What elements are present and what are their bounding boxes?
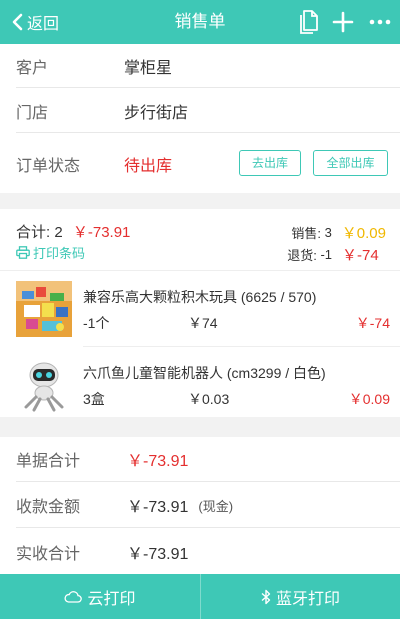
chevron-left-icon: [12, 13, 23, 31]
received-row[interactable]: 收款金额 ￥-73.91 (现金): [16, 483, 400, 528]
status-label: 订单状态: [16, 157, 81, 175]
actual-row: 实收合计 ￥-73.91: [16, 529, 400, 574]
back-label: 返回: [27, 16, 60, 33]
sales-amount: ￥0.09: [341, 224, 386, 242]
more-icon: [369, 19, 391, 25]
return-label: 退货:: [287, 247, 317, 263]
item-price: ￥74: [188, 315, 218, 331]
print-barcode-link[interactable]: 打印条码: [16, 243, 85, 262]
item-name: 六爪鱼儿童智能机器人 (cm3299 / 白色): [83, 365, 326, 381]
go-out-button[interactable]: 去出库: [239, 150, 301, 176]
print-barcode-label: 打印条码: [33, 246, 86, 261]
list-item[interactable]: 兼容乐高大颗粒积木玩具 (6625 / 570) -1个 ￥74 ￥-74: [0, 271, 400, 347]
bluetooth-print-label: 蓝牙打印: [275, 590, 340, 608]
return-amount: ￥-74: [342, 246, 379, 264]
product-image-robot: [16, 357, 72, 413]
all-out-button[interactable]: 全部出库: [313, 150, 388, 176]
store-row[interactable]: 门店 步行街店: [16, 89, 400, 133]
total-count: 2: [54, 224, 63, 241]
total-label: 合计:: [16, 224, 51, 241]
return-count: -1: [320, 246, 332, 262]
item-quantity: 3盒: [83, 391, 105, 407]
store-label: 门店: [16, 104, 49, 122]
sales-summary: 销售: 3 ￥0.09 退货: -1 ￥-74: [287, 221, 386, 265]
totals-section: 单据合计 ￥-73.91 收款金额 ￥-73.91 (现金) 实收合计 ￥-73…: [0, 437, 400, 574]
received-value: ￥-73.91: [127, 499, 189, 516]
cloud-icon: [64, 590, 83, 603]
total-amount: ￥-73.91: [72, 224, 131, 241]
back-button[interactable]: 返回: [10, 0, 59, 44]
document-button[interactable]: [296, 0, 320, 44]
bottom-action-bar: 云打印 蓝牙打印: [0, 574, 400, 619]
customer-label: 客户: [16, 59, 49, 77]
more-button[interactable]: [368, 0, 392, 44]
store-value: 步行街店: [124, 104, 189, 122]
top-bar: 返回 销售单: [0, 0, 400, 44]
doc-total-value: ￥-73.91: [127, 453, 189, 470]
customer-value: 掌柜星: [124, 59, 173, 77]
received-label: 收款金额: [16, 499, 81, 516]
actual-label: 实收合计: [16, 545, 81, 563]
bluetooth-print-button[interactable]: 蓝牙打印: [200, 574, 400, 619]
doc-total-row: 单据合计 ￥-73.91: [16, 437, 400, 482]
cloud-print-label: 云打印: [87, 590, 136, 608]
total-summary: 合计: 2 ￥-73.91: [16, 221, 130, 242]
list-item[interactable]: 六爪鱼儿童智能机器人 (cm3299 / 白色) 3盒 ￥0.03 ￥0.09: [0, 347, 400, 423]
status-value: 待出库: [124, 157, 173, 175]
item-amount: ￥-74: [355, 315, 390, 331]
item-amount: ￥0.09: [348, 391, 390, 407]
bluetooth-icon: [261, 589, 271, 604]
sales-label: 销售:: [291, 225, 321, 241]
product-image-blocks: [16, 281, 72, 337]
item-quantity: -1个: [83, 315, 110, 331]
printer-icon: [16, 246, 30, 259]
actual-value: ￥-73.91: [127, 545, 189, 563]
sales-count: 3: [324, 224, 332, 240]
document-icon: [300, 10, 318, 34]
add-button[interactable]: [331, 0, 355, 44]
doc-total-label: 单据合计: [16, 453, 81, 470]
item-price: ￥0.03: [188, 391, 230, 407]
customer-row[interactable]: 客户 掌柜星: [16, 44, 400, 88]
cloud-print-button[interactable]: 云打印: [0, 574, 200, 619]
order-info-section: 客户 掌柜星 门店 步行街店 订单状态 待出库 去出库 全部出库: [0, 44, 400, 193]
plus-icon: [332, 11, 354, 33]
received-method: (现金): [198, 498, 234, 514]
item-name: 兼容乐高大颗粒积木玩具 (6625 / 570): [83, 289, 317, 305]
